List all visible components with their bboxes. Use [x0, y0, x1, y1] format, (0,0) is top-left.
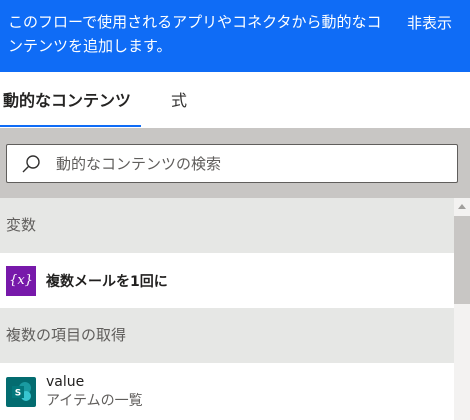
banner-message: このフローで使用されるアプリやコネクタから動的なコンテンツを追加します。 — [8, 13, 382, 55]
item-title: 複数メールを1回に — [46, 273, 168, 290]
scrollbar-thumb[interactable] — [454, 216, 470, 304]
search-icon — [22, 155, 40, 173]
tab-bar: 動的なコンテンツ 式 — [0, 72, 470, 128]
info-banner: このフローで使用されるアプリやコネクタから動的なコンテンツを追加します。 非表示 — [0, 0, 470, 72]
search-area — [0, 128, 470, 198]
section-header-get-items: 複数の項目の取得 — [0, 308, 454, 363]
sharepoint-icon: S — [6, 377, 36, 407]
variable-icon: {x} — [6, 265, 36, 296]
active-tab-indicator — [0, 125, 141, 127]
sharepoint-letter: S — [15, 389, 21, 399]
hide-button[interactable]: 非表示 — [407, 12, 452, 34]
search-box[interactable] — [6, 144, 458, 183]
tab-dynamic-content[interactable]: 動的なコンテンツ — [3, 90, 131, 112]
search-input[interactable] — [56, 153, 446, 175]
dynamic-content-list: 変数 {x} 複数メールを1回に 複数の項目の取得 S value アイテムの一… — [0, 198, 454, 420]
list-item-value[interactable]: S value アイテムの一覧 — [0, 363, 454, 420]
item-title: value — [46, 374, 85, 390]
list-item-variable[interactable]: {x} 複数メールを1回に — [0, 253, 454, 308]
item-text: value アイテムの一覧 — [46, 373, 143, 411]
tab-expression[interactable]: 式 — [171, 90, 187, 112]
section-header-variables: 変数 — [0, 198, 454, 253]
scroll-up-arrow-icon[interactable] — [458, 204, 466, 209]
scrollbar[interactable] — [454, 198, 470, 420]
item-subtitle: アイテムの一覧 — [46, 393, 143, 409]
